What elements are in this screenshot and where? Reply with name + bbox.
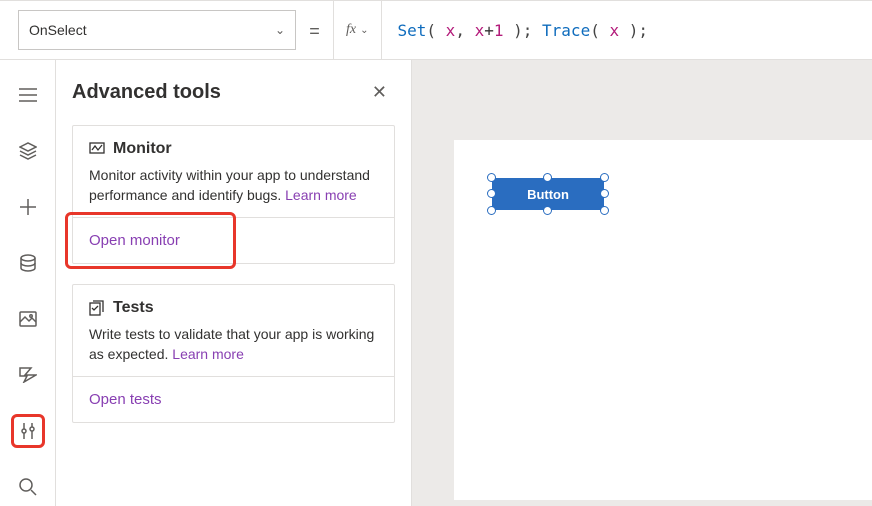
power-automate-icon[interactable] [11, 358, 45, 392]
fx-label: fx [346, 22, 356, 38]
chevron-down-icon: ⌄ [275, 23, 285, 37]
monitor-learn-more-link[interactable]: Learn more [285, 187, 357, 203]
panel-header: Advanced tools ✕ [72, 78, 395, 107]
main-area: Advanced tools ✕ Monitor Monitor activit… [0, 60, 872, 506]
hamburger-icon[interactable] [11, 78, 45, 112]
formula-input[interactable]: Set( x, x+1 ); Trace( x ); [382, 1, 872, 59]
resize-handle[interactable] [487, 173, 496, 182]
button-control[interactable]: Button [492, 178, 604, 210]
close-icon[interactable]: ✕ [364, 78, 395, 107]
open-monitor-link[interactable]: Open monitor [89, 232, 180, 249]
resize-handle[interactable] [543, 206, 552, 215]
button-control-label: Button [527, 187, 569, 202]
open-tests-link[interactable]: Open tests [89, 391, 162, 408]
tests-learn-more-link[interactable]: Learn more [172, 346, 244, 362]
fx-button[interactable]: fx ⌄ [334, 1, 382, 59]
data-icon[interactable] [11, 246, 45, 280]
monitor-card-title: Monitor [113, 140, 172, 158]
equals-label: = [296, 1, 334, 59]
monitor-card-desc: Monitor activity within your app to unde… [89, 166, 378, 205]
advanced-tools-panel: Advanced tools ✕ Monitor Monitor activit… [56, 60, 412, 506]
left-rail [0, 60, 56, 506]
media-icon[interactable] [11, 302, 45, 336]
resize-handle[interactable] [600, 189, 609, 198]
tests-card: Tests Write tests to validate that your … [72, 284, 395, 423]
chevron-down-icon: ⌄ [360, 25, 368, 36]
resize-handle[interactable] [543, 173, 552, 182]
insert-icon[interactable] [11, 190, 45, 224]
artboard[interactable]: Button [454, 140, 872, 500]
panel-title: Advanced tools [72, 81, 221, 104]
search-icon[interactable] [11, 470, 45, 504]
tests-card-title: Tests [113, 299, 154, 317]
property-value: OnSelect [29, 22, 87, 38]
tests-icon [89, 300, 105, 316]
tree-view-icon[interactable] [11, 134, 45, 168]
resize-handle[interactable] [600, 206, 609, 215]
canvas-area[interactable]: Button [412, 60, 872, 506]
property-dropdown[interactable]: OnSelect ⌄ [18, 10, 296, 50]
monitor-card: Monitor Monitor activity within your app… [72, 125, 395, 264]
monitor-icon [89, 142, 105, 156]
tests-card-desc: Write tests to validate that your app is… [89, 325, 378, 364]
formula-bar: OnSelect ⌄ = fx ⌄ Set( x, x+1 ); Trace( … [0, 0, 872, 60]
resize-handle[interactable] [600, 173, 609, 182]
advanced-tools-icon[interactable] [11, 414, 45, 448]
resize-handle[interactable] [487, 189, 496, 198]
resize-handle[interactable] [487, 206, 496, 215]
